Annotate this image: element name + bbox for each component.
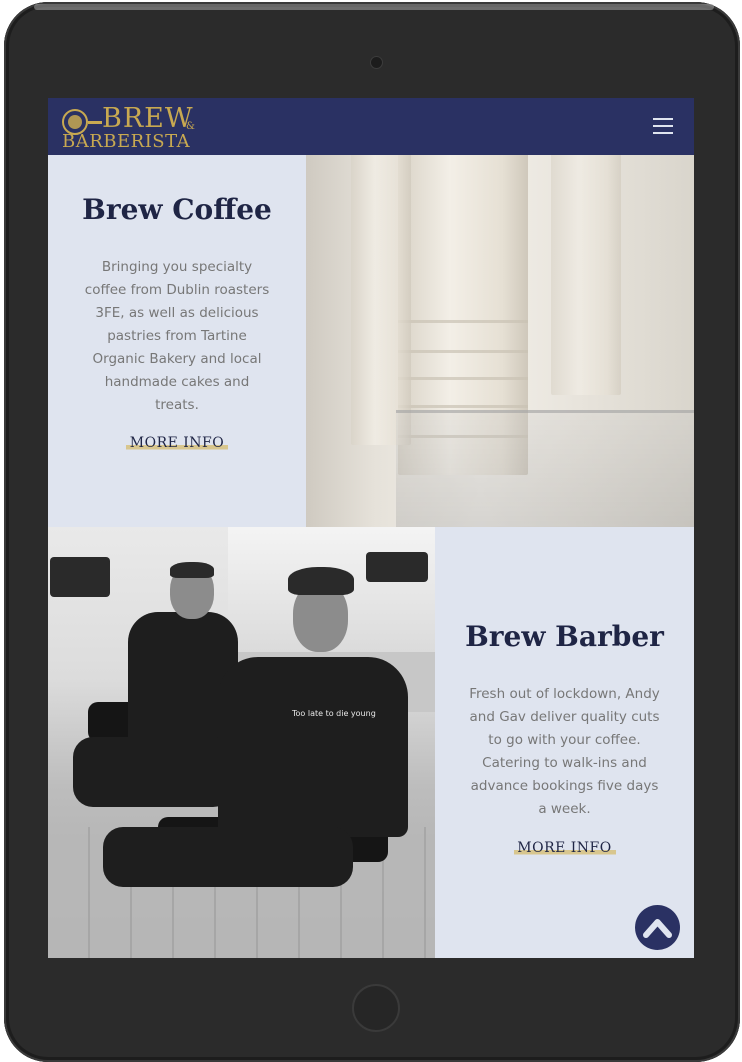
barber-description: Fresh out of lockdown, Andy and Gav deli… xyxy=(469,686,660,817)
coffee-cups-image xyxy=(306,155,694,527)
hoodie-text: Too late to die young xyxy=(292,709,376,718)
logo-line xyxy=(88,121,102,124)
website-screen: BREW & BARBERISTA Brew Coffee Bringing y… xyxy=(48,98,694,958)
cup-stack-back xyxy=(351,155,411,445)
hamburger-icon[interactable] xyxy=(653,118,673,134)
back-to-top-button[interactable] xyxy=(635,905,680,950)
barber-section: Too late to die young Brew Barber Fresh … xyxy=(48,527,694,958)
logo-barberista-text: BARBERISTA xyxy=(62,131,191,152)
coffee-more-info-button[interactable]: MORE INFO xyxy=(126,435,228,451)
barber-left-hair xyxy=(170,562,214,578)
chevron-up-icon xyxy=(643,919,672,938)
coffee-section: Brew Coffee Bringing you specialty coffe… xyxy=(48,155,694,527)
barber-right-hoodie xyxy=(218,657,408,837)
barbers-photo: Too late to die young xyxy=(48,527,435,958)
coffee-title: Brew Coffee xyxy=(82,193,272,226)
barber-more-info-button[interactable]: MORE INFO xyxy=(513,840,616,856)
coffee-text-panel: Brew Coffee Bringing you specialty coffe… xyxy=(48,155,306,527)
coffee-description: Bringing you specialty coffee from Dubli… xyxy=(84,259,270,413)
acrylic-tray xyxy=(396,410,694,527)
home-button[interactable] xyxy=(352,984,400,1032)
barber-text-panel: Brew Barber Fresh out of lockdown, Andy … xyxy=(435,527,694,958)
christmas-sign xyxy=(50,557,110,597)
cup-stack-right xyxy=(551,155,621,395)
tablet-edge xyxy=(34,4,714,10)
logo-brew-text: BREW xyxy=(102,103,194,134)
wall-sign xyxy=(366,552,428,582)
barber-right-legs xyxy=(103,827,353,887)
camera-icon xyxy=(370,56,383,69)
barber-title: Brew Barber xyxy=(465,620,664,653)
brand-logo[interactable]: BREW & BARBERISTA xyxy=(61,103,201,152)
barber-right-hair xyxy=(288,567,354,595)
barber-left-legs xyxy=(73,737,233,807)
navbar: BREW & BARBERISTA xyxy=(48,98,694,155)
